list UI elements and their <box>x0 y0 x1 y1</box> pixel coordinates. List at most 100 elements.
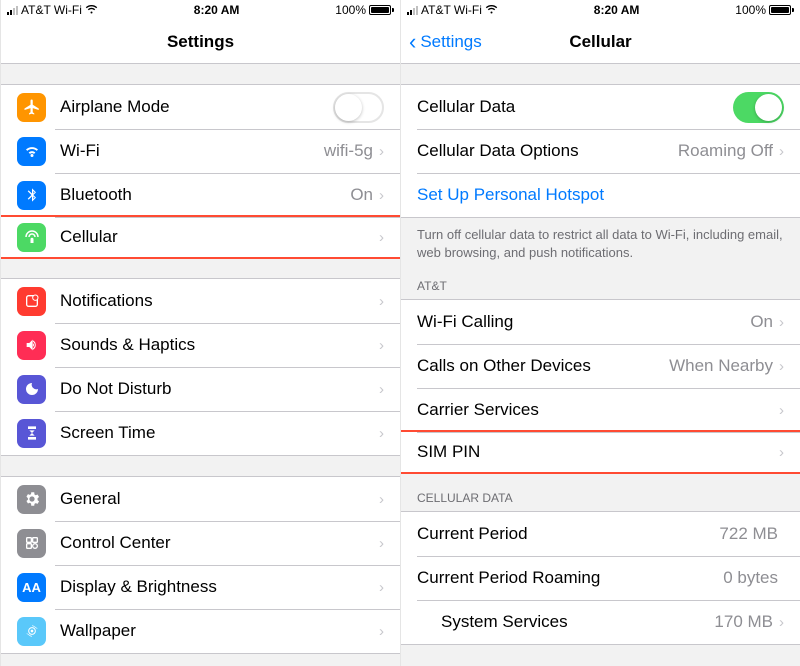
row-label: Airplane Mode <box>60 97 333 117</box>
navbar: ‹ Settings Cellular <box>401 20 800 64</box>
row-label: Current Period <box>417 524 719 544</box>
cellular-screen: AT&T Wi-Fi 8:20 AM 100% ‹ Settings Cellu… <box>400 0 800 666</box>
chevron-right-icon: › <box>379 623 384 640</box>
status-bar: AT&T Wi-Fi 8:20 AM 100% <box>1 0 400 20</box>
row-system-services[interactable]: System Services 170 MB › <box>401 600 800 644</box>
row-current-period-roaming[interactable]: Current Period Roaming 0 bytes <box>401 556 800 600</box>
row-cellular-data-options[interactable]: Cellular Data Options Roaming Off › <box>401 129 800 173</box>
row-label: Screen Time <box>60 423 379 443</box>
row-value: On <box>750 312 773 332</box>
wifi-icon <box>485 3 498 17</box>
row-value: On <box>350 185 373 205</box>
airplane-icon <box>17 93 46 122</box>
row-wallpaper[interactable]: Wallpaper › <box>1 609 400 653</box>
row-cellular-data[interactable]: Cellular Data <box>401 85 800 129</box>
row-label: Set Up Personal Hotspot <box>417 185 784 205</box>
navbar-title: Cellular <box>569 32 631 52</box>
row-wifi[interactable]: Wi-Fi wifi-5g › <box>1 129 400 173</box>
navbar: Settings <box>1 20 400 64</box>
group-header-att: AT&T <box>401 261 800 299</box>
row-carrier-services[interactable]: Carrier Services › <box>401 388 800 432</box>
chevron-right-icon: › <box>379 535 384 552</box>
wallpaper-icon <box>17 617 46 646</box>
row-wifi-calling[interactable]: Wi-Fi Calling On › <box>401 300 800 344</box>
row-cellular[interactable]: Cellular › <box>1 215 400 259</box>
airplane-toggle[interactable] <box>333 92 384 123</box>
chevron-right-icon: › <box>779 444 784 461</box>
chevron-right-icon: › <box>779 358 784 375</box>
chevron-right-icon: › <box>779 402 784 419</box>
chevron-right-icon: › <box>779 314 784 331</box>
chevron-left-icon: ‹ <box>409 31 416 53</box>
row-screentime[interactable]: Screen Time › <box>1 411 400 455</box>
back-button[interactable]: ‹ Settings <box>409 31 482 53</box>
row-general[interactable]: General › <box>1 477 400 521</box>
wifi-icon <box>85 3 98 17</box>
carrier-label: AT&T Wi-Fi <box>421 3 482 17</box>
row-display[interactable]: AA Display & Brightness › <box>1 565 400 609</box>
chevron-right-icon: › <box>379 337 384 354</box>
settings-screen: AT&T Wi-Fi 8:20 AM 100% Settings Airplan… <box>0 0 400 666</box>
signal-icon <box>7 6 18 15</box>
cellular-content[interactable]: Cellular Data Cellular Data Options Roam… <box>401 64 800 666</box>
navbar-title: Settings <box>167 32 234 52</box>
row-label: Display & Brightness <box>60 577 379 597</box>
row-sim-pin[interactable]: SIM PIN › <box>401 430 800 474</box>
chevron-right-icon: › <box>379 229 384 246</box>
row-label: Bluetooth <box>60 185 350 205</box>
row-label: Do Not Disturb <box>60 379 379 399</box>
row-dnd[interactable]: Do Not Disturb › <box>1 367 400 411</box>
settings-content[interactable]: Airplane Mode Wi-Fi wifi-5g › Bluetooth … <box>1 64 400 666</box>
row-label: System Services <box>441 612 714 632</box>
sounds-icon <box>17 331 46 360</box>
chevron-right-icon: › <box>379 491 384 508</box>
chevron-right-icon: › <box>779 143 784 160</box>
row-label: Wi-Fi Calling <box>417 312 750 332</box>
carrier-label: AT&T Wi-Fi <box>21 3 82 17</box>
group-header-cellular-data: CELLULAR DATA <box>401 473 800 511</box>
back-label: Settings <box>420 32 481 52</box>
row-value: Roaming Off <box>678 141 773 161</box>
chevron-right-icon: › <box>379 143 384 160</box>
row-hotspot[interactable]: Set Up Personal Hotspot <box>401 173 800 217</box>
row-calls-other-devices[interactable]: Calls on Other Devices When Nearby › <box>401 344 800 388</box>
row-sounds[interactable]: Sounds & Haptics › <box>1 323 400 367</box>
general-icon <box>17 485 46 514</box>
row-airplane[interactable]: Airplane Mode <box>1 85 400 129</box>
status-time: 8:20 AM <box>98 3 335 17</box>
row-label: Calls on Other Devices <box>417 356 669 376</box>
row-label: Wi-Fi <box>60 141 324 161</box>
row-value: 170 MB <box>714 612 773 632</box>
row-current-period[interactable]: Current Period 722 MB <box>401 512 800 556</box>
cellular-data-toggle[interactable] <box>733 92 784 123</box>
battery-pct: 100% <box>735 3 766 17</box>
battery-pct: 100% <box>335 3 366 17</box>
row-label: Sounds & Haptics <box>60 335 379 355</box>
row-control-center[interactable]: Control Center › <box>1 521 400 565</box>
chevron-right-icon: › <box>379 425 384 442</box>
wifi-setting-icon <box>17 137 46 166</box>
chevron-right-icon: › <box>779 614 784 631</box>
chevron-right-icon: › <box>379 187 384 204</box>
chevron-right-icon: › <box>379 579 384 596</box>
row-label: Carrier Services <box>417 400 779 420</box>
row-value: wifi-5g <box>324 141 373 161</box>
row-notifications[interactable]: Notifications › <box>1 279 400 323</box>
row-label: Control Center <box>60 533 379 553</box>
footer-text: Turn off cellular data to restrict all d… <box>401 218 800 261</box>
row-label: Wallpaper <box>60 621 379 641</box>
battery-icon <box>769 5 794 15</box>
control-center-icon <box>17 529 46 558</box>
row-label: General <box>60 489 379 509</box>
status-bar: AT&T Wi-Fi 8:20 AM 100% <box>401 0 800 20</box>
display-icon: AA <box>17 573 46 602</box>
signal-icon <box>407 6 418 15</box>
row-bluetooth[interactable]: Bluetooth On › <box>1 173 400 217</box>
row-value: 722 MB <box>719 524 778 544</box>
row-label: Current Period Roaming <box>417 568 723 588</box>
row-label: Cellular <box>60 227 379 247</box>
status-time: 8:20 AM <box>498 3 735 17</box>
row-label: Cellular Data <box>417 97 733 117</box>
cellular-icon <box>17 223 46 252</box>
chevron-right-icon: › <box>379 381 384 398</box>
